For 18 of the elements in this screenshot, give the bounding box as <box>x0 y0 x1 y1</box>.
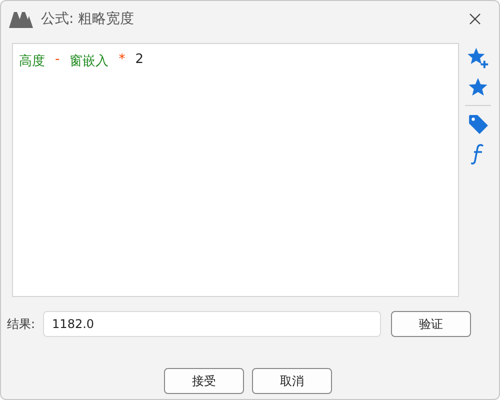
accept-button[interactable]: 接受 <box>164 368 244 394</box>
tag-icon[interactable] <box>468 114 488 135</box>
star-plus-icon[interactable] <box>467 47 489 69</box>
star-icon[interactable] <box>468 77 488 97</box>
window-title: 公式: 粗略宽度 <box>41 10 136 28</box>
close-icon[interactable] <box>469 13 481 25</box>
validate-button[interactable]: 验证 <box>391 311 472 337</box>
function-icon[interactable] <box>471 143 485 165</box>
logo-icon <box>9 10 33 28</box>
formula-editor[interactable]: 高度 - 窗嵌入 * 2 <box>12 43 459 297</box>
cancel-button[interactable]: 取消 <box>252 368 332 394</box>
field-token: 窗嵌入 <box>70 53 109 70</box>
field-token: 高度 <box>19 53 45 70</box>
number-token: 2 <box>135 52 144 67</box>
result-field[interactable]: 1182.0 <box>43 311 382 337</box>
result-label: 结果: <box>7 316 36 332</box>
operator-token: - <box>55 52 60 67</box>
operator-token: * <box>118 52 126 67</box>
